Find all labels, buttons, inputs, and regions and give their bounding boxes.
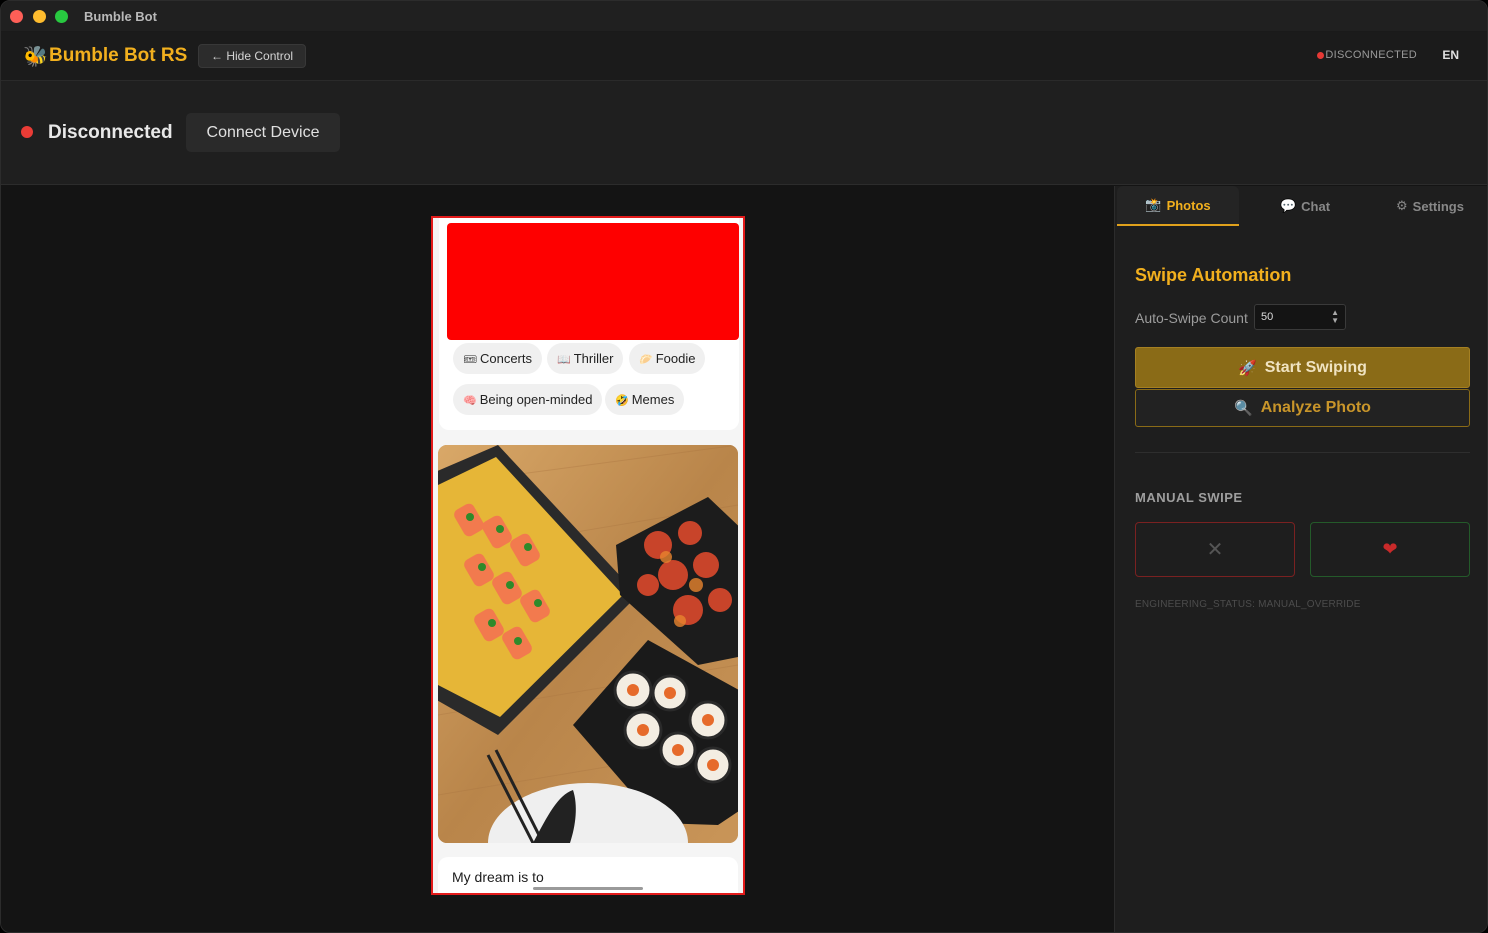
magnifier-icon: 🔍 — [1234, 400, 1253, 417]
window-title: Bumble Bot — [84, 9, 157, 24]
tag-label: Being open-minded — [479, 392, 593, 407]
home-indicator — [533, 887, 643, 890]
minimize-window-button[interactable] — [33, 10, 46, 23]
count-value: 50 — [1261, 311, 1274, 323]
hide-control-button[interactable]: ← Hide Control — [198, 44, 307, 68]
redacted-block — [447, 223, 739, 340]
speech-bubble-icon: 💬 — [1279, 198, 1297, 213]
connect-device-button[interactable]: Connect Device — [186, 113, 340, 152]
start-swiping-button[interactable]: 🚀 Start Swiping — [1135, 347, 1470, 388]
tag-label: Foodie — [655, 351, 696, 366]
interest-tag: 🥟 Foodie — [629, 343, 706, 374]
swipe-right-button[interactable]: ❤ — [1310, 522, 1470, 577]
gear-icon: ⚙ — [1396, 198, 1408, 213]
tab-label: Chat — [1301, 198, 1331, 214]
connection-dot-icon — [21, 126, 33, 138]
tab-chat[interactable]: 💬 Chat — [1245, 186, 1365, 226]
camera-icon: 📸 — [1145, 197, 1162, 212]
interest-tag: 🧠 Being open-minded — [453, 384, 603, 415]
control-panel: 📸 Photos 💬 Chat ⚙ Settings Swipe Automation… — [1114, 186, 1487, 932]
header-status-text: DISCONNECTED — [1325, 49, 1417, 61]
language-switch[interactable]: EN — [1442, 48, 1459, 62]
tab-photos[interactable]: 📸 Photos — [1117, 186, 1239, 226]
divider — [1135, 452, 1470, 453]
tag-label: Memes — [631, 392, 675, 407]
tab-label: Settings — [1412, 198, 1464, 214]
ticket-icon: 🎟 — [463, 354, 477, 366]
header-connection-status: DISCONNECTED — [1317, 49, 1417, 61]
title-bar: Bumble Bot — [1, 1, 1487, 32]
heart-icon: ❤ — [1382, 539, 1398, 559]
start-swiping-label: Start Swiping — [1264, 358, 1367, 376]
auto-swipe-count-input[interactable]: 50 ▲ ▼ — [1254, 304, 1346, 330]
zoom-window-button[interactable] — [55, 10, 68, 23]
device-screen-area: 🎟 Concerts 📖 Thriller 🥟 Foodie 🧠 Being open-… — [1, 186, 1114, 932]
analyze-photo-label: Analyze Photo — [1260, 399, 1371, 416]
sushi-photo-illustration — [438, 445, 738, 843]
app-window: Bumble Bot 🐝 Bumble Bot RS ← Hide Contro… — [0, 0, 1488, 933]
close-window-button[interactable] — [10, 10, 23, 23]
swipe-left-button[interactable]: ✕ — [1135, 522, 1295, 577]
app-brand: Bumble Bot RS — [49, 45, 188, 66]
status-dot-icon — [1317, 51, 1325, 59]
rocket-icon: 🚀 — [1238, 359, 1257, 377]
engineering-status: ENGINEERING_STATUS: MANUAL_OVERRIDE — [1135, 599, 1361, 610]
interest-tag: 📖 Thriller — [547, 343, 624, 374]
tag-label: Concerts — [479, 351, 532, 366]
tab-settings[interactable]: ⚙ Settings — [1371, 186, 1487, 226]
brain-icon: 🧠 — [463, 395, 477, 407]
tag-label: Thriller — [573, 351, 614, 366]
book-icon: 📖 — [557, 354, 571, 366]
laughing-icon: 🤣 — [615, 395, 629, 407]
profile-photo — [438, 445, 738, 843]
prompt-text: My dream is to — [452, 869, 544, 885]
analyze-photo-button[interactable]: 🔍 Analyze Photo — [1135, 389, 1470, 427]
interest-tag: 🎟 Concerts — [453, 343, 542, 374]
stepper-arrows-icon[interactable]: ▲ ▼ — [1331, 309, 1339, 325]
manual-swipe-title: MANUAL SWIPE — [1135, 490, 1243, 505]
app-header: 🐝 Bumble Bot RS ← Hide Control DISCONNEC… — [1, 32, 1487, 81]
panel-tabs: 📸 Photos 💬 Chat ⚙ Settings — [1115, 186, 1487, 228]
close-icon: ✕ — [1206, 539, 1224, 561]
auto-swipe-count-label: Auto-Swipe Count — [1135, 310, 1248, 326]
bee-icon: 🐝 — [23, 46, 48, 68]
connection-bar: Disconnected Connect Device — [1, 81, 1487, 185]
dumpling-icon: 🥟 — [639, 354, 653, 366]
connection-status: Disconnected — [48, 122, 173, 143]
tab-label: Photos — [1166, 197, 1211, 213]
section-title: Swipe Automation — [1135, 265, 1292, 285]
interest-tag: 🤣 Memes — [605, 384, 685, 415]
phone-mirror[interactable]: 🎟 Concerts 📖 Thriller 🥟 Foodie 🧠 Being open-… — [431, 216, 745, 895]
